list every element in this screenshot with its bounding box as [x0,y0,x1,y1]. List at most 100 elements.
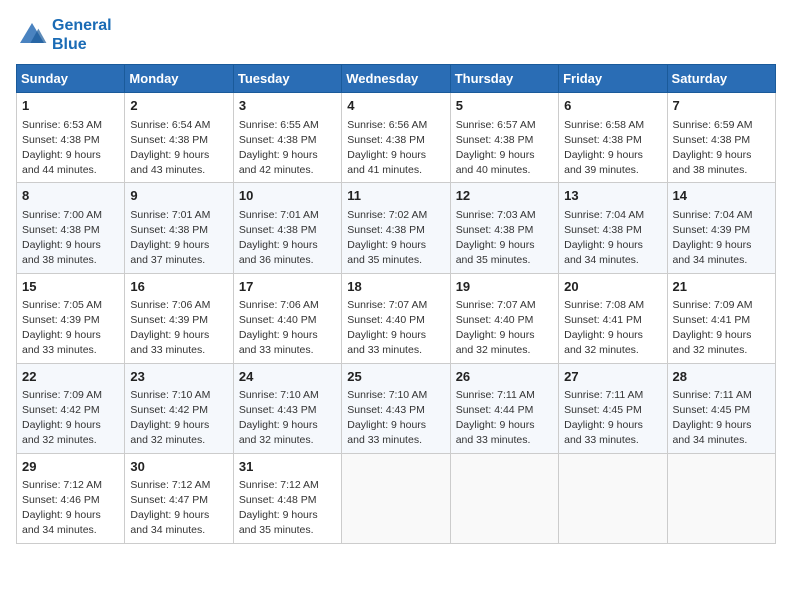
day-info: Sunrise: 7:10 AMSunset: 4:43 PMDaylight:… [239,388,336,449]
calendar-cell: 23Sunrise: 7:10 AMSunset: 4:42 PMDayligh… [125,363,233,453]
weekday-header-row: SundayMondayTuesdayWednesdayThursdayFrid… [17,65,776,93]
calendar-cell: 27 Sunrise: 7:11 AMSunset: 4:45 PMDayligh… [559,363,667,453]
calendar-cell: 13 Sunrise: 7:04 AMSunset: 4:38 PMDayligh… [559,183,667,273]
calendar-cell: 18 Sunrise: 7:07 AMSunset: 4:40 PMDayligh… [342,273,450,363]
page-header: General Blue [16,16,776,54]
logo: General Blue [16,16,112,54]
day-info: Sunrise: 7:04 AMSunset: 4:38 PMDaylight:… [564,208,661,269]
day-number: 30 [130,458,227,476]
day-number: 3 [239,97,336,115]
day-number: 27 [564,368,661,386]
weekday-header-monday: Monday [125,65,233,93]
calendar-cell: 21 Sunrise: 7:09 AMSunset: 4:41 PMDayligh… [667,273,775,363]
day-info: Sunrise: 7:12 AMSunset: 4:46 PMDaylight:… [22,478,119,539]
day-number: 1 [22,97,119,115]
calendar-week-2: 8 Sunrise: 7:00 AMSunset: 4:38 PMDaylight… [17,183,776,273]
day-number: 21 [673,278,770,296]
day-info: Sunrise: 7:12 AMSunset: 4:47 PMDaylight:… [130,478,227,539]
day-info: Sunrise: 7:11 AMSunset: 4:45 PMDaylight:… [673,388,770,449]
day-info: Sunrise: 7:09 AMSunset: 4:42 PMDaylight:… [22,388,119,449]
day-info: Sunrise: 6:59 AMSunset: 4:38 PMDaylight:… [673,118,770,179]
calendar-week-4: 22 Sunrise: 7:09 AMSunset: 4:42 PMDayligh… [17,363,776,453]
calendar-cell: 5 Sunrise: 6:57 AMSunset: 4:38 PMDaylight… [450,93,558,183]
day-number: 19 [456,278,553,296]
day-info: Sunrise: 6:57 AMSunset: 4:38 PMDaylight:… [456,118,553,179]
day-info: Sunrise: 7:10 AMSunset: 4:43 PMDaylight:… [347,388,444,449]
calendar-cell: 12 Sunrise: 7:03 AMSunset: 4:38 PMDayligh… [450,183,558,273]
day-info: Sunrise: 7:11 AMSunset: 4:45 PMDaylight:… [564,388,661,449]
day-info: Sunrise: 7:01 AMSunset: 4:38 PMDaylight:… [130,208,227,269]
calendar-cell: 7 Sunrise: 6:59 AMSunset: 4:38 PMDaylight… [667,93,775,183]
day-info: Sunrise: 7:08 AMSunset: 4:41 PMDaylight:… [564,298,661,359]
day-info: Sunrise: 7:09 AMSunset: 4:41 PMDaylight:… [673,298,770,359]
weekday-header-friday: Friday [559,65,667,93]
calendar-cell [342,453,450,543]
day-info: Sunrise: 6:53 AMSunset: 4:38 PMDaylight:… [22,118,119,179]
day-number: 5 [456,97,553,115]
calendar-cell: 15 Sunrise: 7:05 AMSunset: 4:39 PMDayligh… [17,273,125,363]
calendar-cell: 4 Sunrise: 6:56 AMSunset: 4:38 PMDaylight… [342,93,450,183]
day-number: 11 [347,187,444,205]
day-info: Sunrise: 7:07 AMSunset: 4:40 PMDaylight:… [347,298,444,359]
day-info: Sunrise: 7:12 AMSunset: 4:48 PMDaylight:… [239,478,336,539]
day-info: Sunrise: 7:07 AMSunset: 4:40 PMDaylight:… [456,298,553,359]
day-info: Sunrise: 7:06 AMSunset: 4:39 PMDaylight:… [130,298,227,359]
logo-icon [16,19,48,51]
calendar-cell: 9 Sunrise: 7:01 AMSunset: 4:38 PMDaylight… [125,183,233,273]
calendar-cell [559,453,667,543]
day-info: Sunrise: 7:02 AMSunset: 4:38 PMDaylight:… [347,208,444,269]
calendar-cell: 19 Sunrise: 7:07 AMSunset: 4:40 PMDayligh… [450,273,558,363]
calendar-cell: 25 Sunrise: 7:10 AMSunset: 4:43 PMDayligh… [342,363,450,453]
day-info: Sunrise: 6:54 AMSunset: 4:38 PMDaylight:… [130,118,227,179]
calendar-cell: 14 Sunrise: 7:04 AMSunset: 4:39 PMDayligh… [667,183,775,273]
day-number: 2 [130,97,227,115]
logo-text: General Blue [52,16,112,54]
day-number: 31 [239,458,336,476]
calendar-week-1: 1 Sunrise: 6:53 AMSunset: 4:38 PMDaylight… [17,93,776,183]
calendar-cell [667,453,775,543]
calendar-cell: 28 Sunrise: 7:11 AMSunset: 4:45 PMDayligh… [667,363,775,453]
day-info: Sunrise: 7:04 AMSunset: 4:39 PMDaylight:… [673,208,770,269]
day-number: 17 [239,278,336,296]
day-number: 14 [673,187,770,205]
day-number: 26 [456,368,553,386]
day-number: 15 [22,278,119,296]
day-number: 7 [673,97,770,115]
day-number: 24 [239,368,336,386]
calendar-week-3: 15 Sunrise: 7:05 AMSunset: 4:39 PMDayligh… [17,273,776,363]
day-number: 18 [347,278,444,296]
calendar-cell: 24 Sunrise: 7:10 AMSunset: 4:43 PMDayligh… [233,363,341,453]
day-number: 6 [564,97,661,115]
day-info: Sunrise: 7:01 AMSunset: 4:38 PMDaylight:… [239,208,336,269]
day-number: 8 [22,187,119,205]
day-number: 22 [22,368,119,386]
day-number: 29 [22,458,119,476]
calendar-cell: 29 Sunrise: 7:12 AMSunset: 4:46 PMDayligh… [17,453,125,543]
day-info: Sunrise: 7:05 AMSunset: 4:39 PMDaylight:… [22,298,119,359]
day-number: 20 [564,278,661,296]
calendar-week-5: 29 Sunrise: 7:12 AMSunset: 4:46 PMDayligh… [17,453,776,543]
weekday-header-saturday: Saturday [667,65,775,93]
calendar-cell: 1 Sunrise: 6:53 AMSunset: 4:38 PMDaylight… [17,93,125,183]
day-number: 13 [564,187,661,205]
weekday-header-sunday: Sunday [17,65,125,93]
calendar-cell: 20 Sunrise: 7:08 AMSunset: 4:41 PMDayligh… [559,273,667,363]
calendar-cell [450,453,558,543]
day-number: 23 [130,368,227,386]
calendar-cell: 11 Sunrise: 7:02 AMSunset: 4:38 PMDayligh… [342,183,450,273]
calendar-cell: 22 Sunrise: 7:09 AMSunset: 4:42 PMDayligh… [17,363,125,453]
day-info: Sunrise: 7:06 AMSunset: 4:40 PMDaylight:… [239,298,336,359]
day-number: 28 [673,368,770,386]
calendar-cell: 8 Sunrise: 7:00 AMSunset: 4:38 PMDaylight… [17,183,125,273]
day-number: 12 [456,187,553,205]
day-info: Sunrise: 6:55 AMSunset: 4:38 PMDaylight:… [239,118,336,179]
calendar-cell: 17 Sunrise: 7:06 AMSunset: 4:40 PMDayligh… [233,273,341,363]
day-number: 4 [347,97,444,115]
day-info: Sunrise: 7:03 AMSunset: 4:38 PMDaylight:… [456,208,553,269]
calendar-cell: 26Sunrise: 7:11 AMSunset: 4:44 PMDayligh… [450,363,558,453]
day-number: 9 [130,187,227,205]
day-number: 25 [347,368,444,386]
calendar-cell: 16Sunrise: 7:06 AMSunset: 4:39 PMDayligh… [125,273,233,363]
day-info: Sunrise: 7:00 AMSunset: 4:38 PMDaylight:… [22,208,119,269]
day-info: Sunrise: 6:56 AMSunset: 4:38 PMDaylight:… [347,118,444,179]
